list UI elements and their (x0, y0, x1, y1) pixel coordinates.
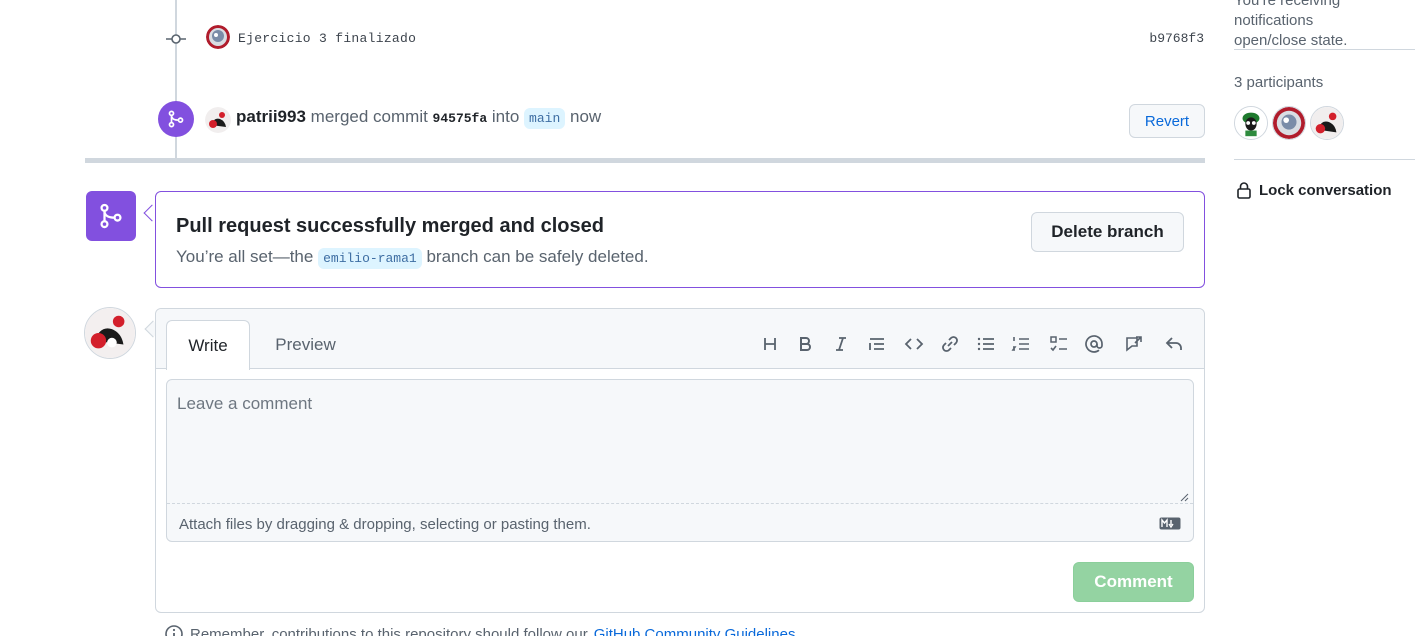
quote-icon[interactable] (863, 329, 891, 359)
code-icon[interactable] (900, 329, 928, 359)
mention-icon[interactable] (1080, 329, 1108, 359)
merged-status-title: Pull request successfully merged and clo… (176, 215, 604, 237)
tab-write[interactable]: Write (166, 320, 250, 370)
merged-status-box: Pull request successfully merged and clo… (155, 191, 1205, 288)
sidebar-divider (1234, 159, 1415, 160)
commit-author-avatar[interactable] (206, 25, 230, 49)
sidebar-divider (1234, 49, 1415, 50)
participant-avatar[interactable] (1234, 106, 1268, 140)
resize-handle-icon[interactable] (1179, 492, 1189, 502)
reply-icon[interactable] (1160, 329, 1188, 359)
merge-into-text: into (491, 107, 520, 126)
commit-message[interactable]: Ejercicio 3 finalizado (238, 31, 416, 46)
current-user-avatar[interactable] (84, 307, 136, 359)
git-merge-icon (100, 203, 122, 229)
target-branch-label[interactable]: main (524, 108, 566, 129)
lock-icon (1237, 182, 1251, 199)
community-guidelines-note: Remember, contributions to this reposito… (164, 624, 795, 636)
merge-event: patrii993 merged commit 94575fa into mai… (0, 98, 1210, 142)
commit-sha[interactable]: b9768f3 (1149, 31, 1204, 46)
merged-sub-suffix: branch can be safely deleted. (426, 247, 649, 266)
merged-status-icon-box (86, 191, 136, 241)
heading-icon[interactable] (756, 329, 784, 359)
task-list-icon[interactable] (1045, 329, 1073, 359)
lock-conversation-label[interactable]: Lock conversation (1259, 182, 1392, 199)
merged-sub-prefix: You’re all set—the (176, 247, 314, 266)
composer-header: Write Preview (156, 309, 1204, 370)
notification-line-2: open/close state. (1234, 32, 1348, 49)
head-branch-label[interactable]: emilio-rama1 (318, 248, 422, 269)
comment-textarea[interactable] (167, 380, 1193, 504)
commit-row: Ejercicio 3 finalizado b9768f3 (0, 22, 1210, 56)
participant-avatar[interactable] (1310, 106, 1344, 140)
italic-icon[interactable] (827, 329, 855, 359)
cross-reference-icon[interactable] (1120, 329, 1148, 359)
unordered-list-icon[interactable] (972, 329, 1000, 359)
git-merge-icon (168, 110, 184, 128)
guidelines-prefix: Remember, contributions to this reposito… (190, 625, 588, 636)
delete-branch-button[interactable]: Delete branch (1031, 212, 1184, 252)
bold-icon[interactable] (791, 329, 819, 359)
comment-composer: Write Preview Leave a comment Attach fil… (155, 308, 1205, 613)
merge-commit-sha[interactable]: 94575fa (433, 111, 488, 126)
link-icon[interactable] (936, 329, 964, 359)
merger-avatar[interactable] (205, 107, 231, 133)
info-icon (165, 625, 183, 636)
revert-button[interactable]: Revert (1129, 104, 1205, 138)
notification-status-text: You’re receiving notifications open/clos… (1234, 0, 1415, 51)
merged-badge (158, 101, 194, 137)
merged-status-subtitle: You’re all set—the emilio-rama1 branch c… (176, 247, 649, 269)
file-attachment-bar[interactable]: Attach files by dragging & dropping, sel… (167, 503, 1193, 542)
comment-submit-button[interactable]: Comment (1073, 562, 1194, 602)
participant-avatar[interactable] (1272, 106, 1306, 140)
merge-time[interactable]: now (570, 107, 601, 126)
tab-preview[interactable]: Preview (268, 320, 343, 370)
commit-node-icon (166, 34, 186, 44)
markdown-icon[interactable] (1159, 517, 1181, 530)
notification-line-1: You’re receiving notifications (1234, 0, 1341, 29)
merge-event-text: patrii993 merged commit 94575fa into mai… (236, 107, 601, 129)
merge-action-text: merged commit (310, 107, 428, 126)
timeline-end-divider (85, 158, 1205, 163)
merge-user-link[interactable]: patrii993 (236, 107, 306, 126)
ordered-list-icon[interactable] (1007, 329, 1035, 359)
lock-conversation-link[interactable]: Lock conversation (1236, 181, 1392, 199)
attach-files-text[interactable]: Attach files by dragging & dropping, sel… (179, 516, 591, 533)
comment-field-wrapper: Attach files by dragging & dropping, sel… (166, 379, 1194, 542)
guidelines-link[interactable]: GitHub Community Guidelines (594, 626, 796, 636)
participants-label: 3 participants (1234, 74, 1324, 91)
